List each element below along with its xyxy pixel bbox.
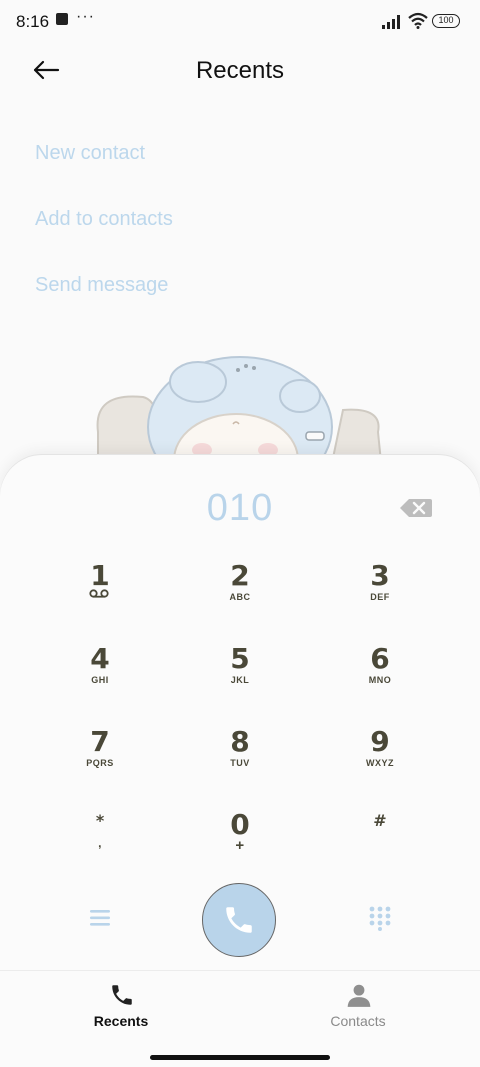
signal-icon <box>382 15 400 29</box>
key-letters: MNO <box>368 675 392 685</box>
phone-icon <box>226 907 252 933</box>
key-digit: * <box>95 811 105 830</box>
page-title: Recents <box>195 57 285 84</box>
key-digit: 2 <box>230 559 250 592</box>
key-3[interactable]: 3 DEF <box>325 559 435 625</box>
key-1[interactable]: 1 <box>45 559 155 625</box>
key-digit: # <box>373 811 387 830</box>
backspace-icon <box>400 499 432 517</box>
more-notifications-icon: ··· <box>76 8 95 25</box>
tab-recents[interactable]: Recents <box>61 980 181 1030</box>
dialpad-toggle-button[interactable] <box>368 905 392 931</box>
key-digit: 4 <box>90 642 110 675</box>
tab-label: Contacts <box>330 1013 386 1029</box>
menu-icon <box>90 910 110 926</box>
key-letters: DEF <box>370 592 390 602</box>
key-digit: 3 <box>370 559 390 592</box>
phone-icon <box>112 985 132 1005</box>
key-0[interactable]: 0 + <box>185 808 295 874</box>
key-letters: PQRS <box>86 758 114 768</box>
bottom-divider <box>0 970 480 971</box>
notification-icon <box>56 13 68 25</box>
tab-label: Recents <box>93 1013 149 1029</box>
key-digit: 7 <box>90 725 110 758</box>
key-letters: JKL <box>230 675 250 685</box>
menu-button[interactable] <box>86 906 114 930</box>
key-digit: 9 <box>370 725 390 758</box>
add-to-contacts-link[interactable]: Add to contacts <box>35 208 173 231</box>
key-letters: WXYZ <box>366 758 394 768</box>
backspace-button[interactable] <box>399 497 433 519</box>
person-icon <box>347 984 371 1007</box>
key-letters: GHI <box>91 675 109 685</box>
key-digit: 1 <box>90 559 110 592</box>
key-2[interactable]: 2 ABC <box>185 559 295 625</box>
dialpad-icon <box>369 906 391 931</box>
voicemail-icon <box>89 589 109 598</box>
key-digit: 8 <box>230 725 250 758</box>
key-5[interactable]: 5 JKL <box>185 642 295 708</box>
battery-icon: 100 <box>432 14 460 28</box>
key-letters: + <box>235 837 245 854</box>
tab-contacts[interactable]: Contacts <box>298 980 418 1030</box>
key-7[interactable]: 7 PQRS <box>45 725 155 791</box>
key-8[interactable]: 8 TUV <box>185 725 295 791</box>
key-letters: ABC <box>229 592 251 602</box>
key-letters: , <box>98 836 102 850</box>
send-message-link[interactable]: Send message <box>35 274 168 297</box>
key-4[interactable]: 4 GHI <box>45 642 155 708</box>
key-hash[interactable]: # <box>325 806 435 872</box>
key-digit: 6 <box>370 642 390 675</box>
status-time: 8:16 <box>16 12 50 31</box>
key-star[interactable]: * , <box>45 806 155 872</box>
call-button[interactable] <box>202 883 276 957</box>
key-6[interactable]: 6 MNO <box>325 642 435 708</box>
key-letters: TUV <box>230 758 250 768</box>
wifi-icon <box>408 12 428 29</box>
new-contact-link[interactable]: New contact <box>35 142 145 165</box>
key-digit: 5 <box>230 642 250 675</box>
key-9[interactable]: 9 WXYZ <box>325 725 435 791</box>
status-bar: 8:16 ··· 100 <box>0 0 480 42</box>
home-indicator[interactable] <box>150 1055 330 1060</box>
